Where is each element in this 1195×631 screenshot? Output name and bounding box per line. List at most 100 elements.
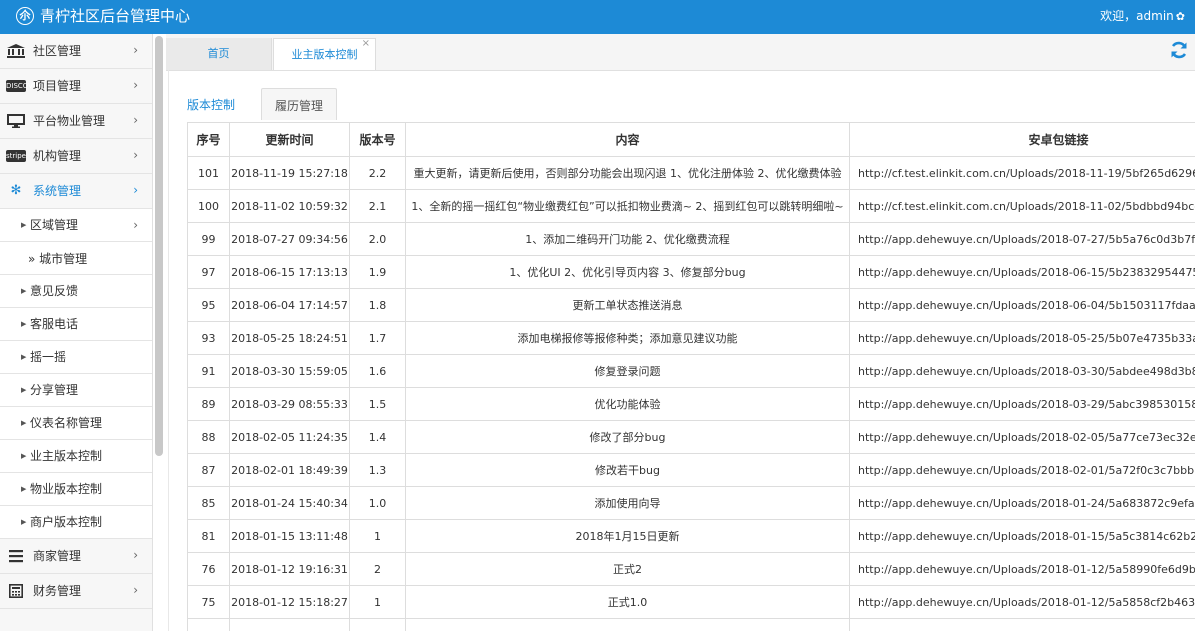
close-icon[interactable]: × [362, 37, 370, 51]
chevron-right-icon: › [133, 43, 138, 57]
sidebar-item-shake[interactable]: ▶ 摇一摇 [0, 341, 152, 374]
cell-apk-link[interactable]: http://app.dehewuye.cn/Uploads/2018-06-1… [849, 255, 1195, 289]
cell-apk-link[interactable]: http://cf.test.elinkit.com.cn/Uploads/20… [849, 189, 1195, 223]
tab-history[interactable]: 履历管理 [261, 88, 337, 120]
tab-version-control[interactable]: 版本控制 [187, 88, 257, 120]
sidebar-item-community[interactable]: 社区管理 › [0, 34, 152, 69]
sidebar-item-project[interactable]: DISCOVER 项目管理 › [0, 69, 152, 104]
cell-apk-link[interactable]: http://app.dehewuye.cn/Uploads/2018-01-1… [849, 552, 1195, 586]
cell-version: 1.7 [349, 321, 406, 355]
cell-id: 89 [187, 387, 230, 421]
sidebar-item-merchant-version[interactable]: ▶ 商户版本控制 [0, 506, 152, 539]
table-row[interactable]: 101 2018-11-19 15:27:18 2.2 重大更新，请更新后使用，否则部… [187, 156, 1195, 190]
cell-version: 1.5 [349, 387, 406, 421]
cell-id: 100 [187, 189, 230, 223]
cell-apk-link[interactable]: http://app.dehewuye.cn/Uploads/2018-06-0… [849, 288, 1195, 322]
cell-id: 97 [187, 255, 230, 289]
sidebar-item-organization[interactable]: stripe 机构管理 › [0, 139, 152, 174]
cell-time: 2018-03-29 08:55:33 [229, 387, 350, 421]
sidebar-item-label: 客服电话 [30, 317, 79, 331]
cell-apk-link[interactable]: http://app.dehewuye.cn/Uploads/2018-03-2… [849, 387, 1195, 421]
cell-id: 101 [187, 156, 230, 190]
table-row[interactable]: 85 2018-01-24 15:40:34 1.0 添加使用向导 http://app… [187, 486, 1195, 520]
sidebar-item-region[interactable]: ▶ 区域管理 › [0, 209, 152, 242]
cell-time: 2018-06-04 17:14:57 [229, 288, 350, 322]
cell-time: 2018-01-12 15:18:27 [229, 585, 350, 619]
sidebar-item-meter-name[interactable]: ▶ 仪表名称管理 [0, 407, 152, 440]
table-row[interactable] [187, 618, 1195, 631]
column-header[interactable]: 序号 [187, 122, 230, 157]
cell-apk-link[interactable]: http://app.dehewuye.cn/Uploads/2018-01-1… [849, 519, 1195, 553]
cell-version: 1.3 [349, 453, 406, 487]
cell-content: 修复登录问题 [405, 354, 850, 388]
cell-time: 2018-01-24 15:40:34 [229, 486, 350, 520]
cell-version: 1.0 [349, 486, 406, 520]
sidebar-item-service-phone[interactable]: ▶ 客服电话 [0, 308, 152, 341]
cell-version [349, 618, 406, 631]
table-row[interactable]: 93 2018-05-25 18:24:51 1.7 添加电梯报修等报修种类；添加意见… [187, 321, 1195, 355]
sidebar-item-finance[interactable]: 财务管理 › [0, 574, 152, 609]
table-row[interactable]: 91 2018-03-30 15:59:05 1.6 修复登录问题 http://app… [187, 354, 1195, 388]
top-header: 尒 青柠社区后台管理中心 欢迎，admin ✿ [0, 0, 1195, 34]
sidebar-item-label: 意见反馈 [30, 284, 79, 298]
table-row[interactable]: 95 2018-06-04 17:14:57 1.8 更新工单状态推送消息 http:/… [187, 288, 1195, 322]
cell-apk-link[interactable]: http://app.dehewuye.cn/Uploads/2018-02-0… [849, 420, 1195, 454]
table-row[interactable]: 87 2018-02-01 18:49:39 1.3 修改若干bug http://ap… [187, 453, 1195, 487]
table-row[interactable]: 97 2018-06-15 17:13:13 1.9 1、优化UI 2、优化引导页内容… [187, 255, 1195, 289]
cell-id: 87 [187, 453, 230, 487]
tab-owner-version[interactable]: 业主版本控制 × [273, 38, 376, 70]
cell-content: 正式1.0 [405, 585, 850, 619]
cell-version: 1.4 [349, 420, 406, 454]
tab-home[interactable]: 首页 [166, 38, 272, 70]
cell-apk-link[interactable]: http://app.dehewuye.cn/Uploads/2018-03-3… [849, 354, 1195, 388]
column-header[interactable]: 安卓包链接 [849, 122, 1195, 157]
table-row[interactable]: 89 2018-03-29 08:55:33 1.5 优化功能体验 http://app… [187, 387, 1195, 421]
page-tab-bar: 首页 业主版本控制 × [166, 34, 1195, 71]
table-row[interactable]: 99 2018-07-27 09:34:56 2.0 1、添加二维码开门功能 2、优化… [187, 222, 1195, 256]
cell-content: 添加使用向导 [405, 486, 850, 520]
column-header[interactable]: 版本号 [349, 122, 406, 157]
caret-right-icon: ▶ [21, 287, 27, 295]
table-header-row: 序号 更新时间 版本号 内容 安卓包链接 [187, 122, 1195, 157]
caret-right-icon: ▶ [21, 419, 27, 427]
sidebar-item-city[interactable]: » 城市管理 [0, 242, 152, 275]
cell-apk-link[interactable]: http://app.dehewuye.cn/Uploads/2018-05-2… [849, 321, 1195, 355]
column-header[interactable]: 更新时间 [229, 122, 350, 157]
chevron-right-icon: › [133, 548, 138, 562]
sidebar-item-label: 财务管理 [33, 584, 82, 598]
sidebar-item-feedback[interactable]: ▶ 意见反馈 [0, 275, 152, 308]
cell-apk-link[interactable]: http://cf.test.elinkit.com.cn/Uploads/20… [849, 156, 1195, 190]
table-row[interactable]: 76 2018-01-12 19:16:31 2 正式2 http://app.dehe… [187, 552, 1195, 586]
table-row[interactable]: 81 2018-01-15 13:11:48 1 2018年1月15日更新 http:/… [187, 519, 1195, 553]
table-row[interactable]: 88 2018-02-05 11:24:35 1.4 修改了部分bug http://a… [187, 420, 1195, 454]
cell-apk-link[interactable] [849, 618, 1195, 631]
cell-apk-link[interactable]: http://app.dehewuye.cn/Uploads/2018-01-2… [849, 486, 1195, 520]
sidebar-item-share[interactable]: ▶ 分享管理 [0, 374, 152, 407]
table-row[interactable]: 100 2018-11-02 10:59:32 2.1 1、全新的摇一摇红包“物业缴费… [187, 189, 1195, 223]
cell-id: 85 [187, 486, 230, 520]
gear-icon[interactable]: ✿ [1176, 10, 1185, 23]
sidebar-item-label: 系统管理 [33, 184, 82, 198]
sidebar-item-merchant[interactable]: 商家管理 › [0, 539, 152, 574]
sidebar-item-property-version[interactable]: ▶ 物业版本控制 [0, 473, 152, 506]
cell-time: 2018-02-05 11:24:35 [229, 420, 350, 454]
table-row[interactable]: 75 2018-01-12 15:18:27 1 正式1.0 http://app.de… [187, 585, 1195, 619]
cell-time: 2018-11-19 15:27:18 [229, 156, 350, 190]
cell-content [405, 618, 850, 631]
sidebar-scrollbar[interactable] [155, 36, 163, 456]
sidebar-item-platform-property[interactable]: 平台物业管理 › [0, 104, 152, 139]
sidebar-item-label: 项目管理 [33, 79, 82, 93]
sidebar-item-label: 分享管理 [30, 383, 79, 397]
sidebar-item-system[interactable]: ✻ 系统管理 › [0, 174, 152, 209]
cell-id: 95 [187, 288, 230, 322]
cell-apk-link[interactable]: http://app.dehewuye.cn/Uploads/2018-01-1… [849, 585, 1195, 619]
refresh-icon[interactable] [1169, 40, 1189, 60]
sidebar-item-label: 仪表名称管理 [30, 416, 103, 430]
column-header[interactable]: 内容 [405, 122, 850, 157]
cell-apk-link[interactable]: http://app.dehewuye.cn/Uploads/2018-07-2… [849, 222, 1195, 256]
cell-version: 2 [349, 552, 406, 586]
sidebar-item-owner-version[interactable]: ▶ 业主版本控制 [0, 440, 152, 473]
sidebar-item-label: 商户版本控制 [30, 515, 103, 529]
cell-apk-link[interactable]: http://app.dehewuye.cn/Uploads/2018-02-0… [849, 453, 1195, 487]
user-menu[interactable]: 欢迎，admin ✿ [1100, 9, 1185, 24]
